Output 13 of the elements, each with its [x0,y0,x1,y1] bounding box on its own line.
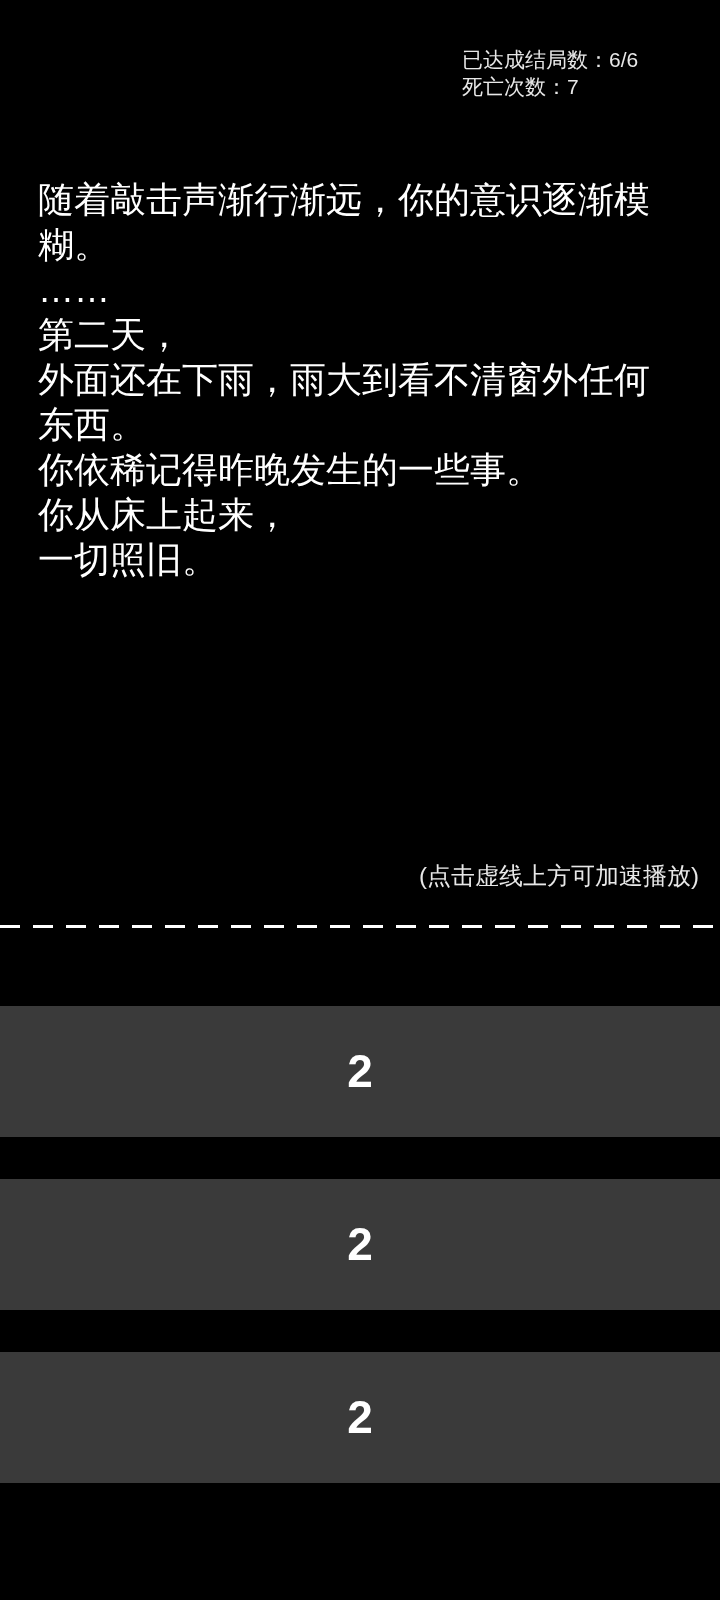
story-text: …… [38,268,110,312]
story-text: 外面还在下雨，雨大到看不清窗外任何东西。 [38,358,651,447]
hint-text: (点击虚线上方可加速播放) [419,861,699,891]
story-text: 随着敲击声渐行渐远，你的意识逐渐模糊。 [38,178,651,267]
choice-button[interactable]: 2 [0,1006,720,1137]
story-text: 你依稀记得昨晚发生的一些事。 [38,448,542,492]
choice-button[interactable]: 2 [0,1352,720,1483]
story-text: 一切照旧。 [38,538,218,582]
choice-button[interactable]: 2 [0,1179,720,1310]
story-text: 第二天， [38,313,182,357]
stats-text: 死亡次数：7 [462,74,579,100]
stats-text: 已达成结局数：6/6 [462,47,639,73]
story-text: 你从床上起来， [38,493,290,537]
